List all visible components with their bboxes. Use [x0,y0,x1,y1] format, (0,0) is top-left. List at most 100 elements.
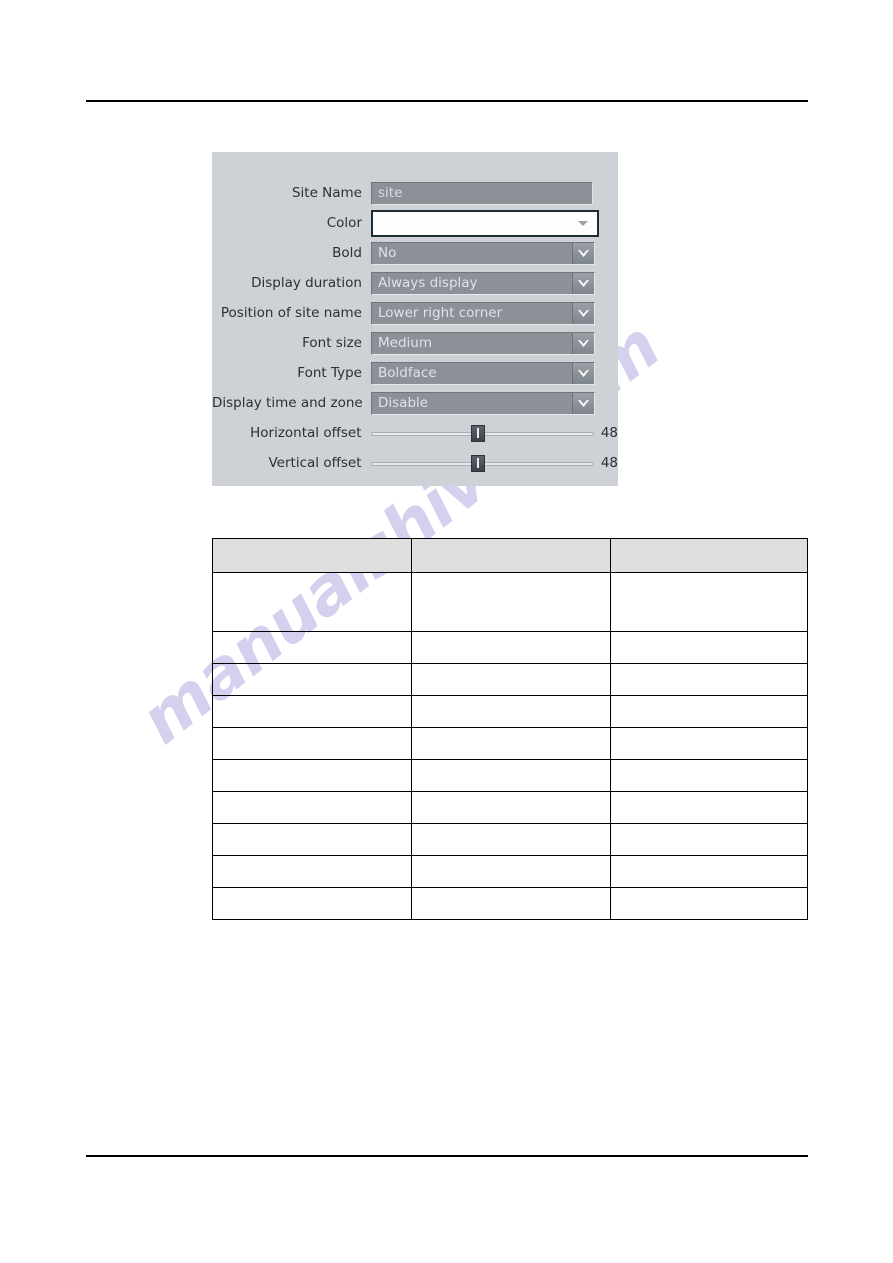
table-cell [610,759,808,792]
position-of-site-name-dropdown-field: Lower right corner [372,302,572,324]
form-row-font-size: Font size Medium [212,328,618,358]
table-cell [610,572,808,632]
bold-dropdown-field: No [372,242,572,264]
font-type-dropdown-value: Boldface [378,365,437,381]
table-cell [212,823,412,856]
table-cell [212,791,412,824]
chevron-down-icon [578,369,589,377]
table-row [212,791,808,824]
table-cell [212,695,412,728]
chevron-down-icon [578,309,589,317]
label-position-of-site-name: Position of site name [220,305,362,321]
position-of-site-name-dropdown-value: Lower right corner [378,305,503,321]
table-cell [411,759,611,792]
table-cell [411,791,611,824]
label-font-type: Font Type [297,365,362,381]
display-time-and-zone-dropdown[interactable]: Disable [371,391,595,415]
table-row [212,663,808,696]
site-name-settings-panel: Site Name site Color Bold No Display dur… [212,152,618,486]
table-row [212,823,808,856]
horizontal-offset-slider[interactable] [370,422,594,445]
display-duration-dropdown-field: Always display [372,272,572,294]
chevron-down-icon [578,339,589,347]
bold-dropdown-value: No [378,245,397,261]
font-size-dropdown-arrow-button[interactable] [572,332,594,354]
table-cell [411,823,611,856]
table-cell [411,727,611,760]
table-row [212,759,808,792]
label-display-duration: Display duration [251,275,362,291]
table-header [212,538,808,573]
table-cell [610,663,808,696]
form-row-display-time-and-zone: Display time and zone Disable [212,388,618,418]
color-combobox[interactable] [371,209,599,237]
form-row-color: Color [212,208,618,238]
table-cell [411,855,611,888]
form-row-position-of-site-name: Position of site name Lower right corner [212,298,618,328]
site-name-input-value: site [378,185,403,201]
horizontal-offset-slider-thumb[interactable] [470,424,485,442]
font-type-dropdown-field: Boldface [372,362,572,384]
table-row [212,572,808,632]
font-size-dropdown-field: Medium [372,332,572,354]
display-time-and-zone-dropdown-value: Disable [378,395,429,411]
table-row [212,887,808,920]
form-row-site-name: Site Name site [212,178,618,208]
display-duration-dropdown-arrow-button[interactable] [572,272,594,294]
table-cell [610,727,808,760]
table-cell [212,727,412,760]
table-cell [610,855,808,888]
table-cell [212,663,412,696]
vertical-offset-slider[interactable] [370,452,594,475]
label-site-name: Site Name [291,185,362,201]
label-display-time-and-zone: Display time and zone [212,395,363,411]
table-cell [411,695,611,728]
table-header-row [212,538,808,573]
form-row-vertical-offset: Vertical offset 48 [212,448,618,478]
chevron-down-icon [578,399,589,407]
table-cell [212,887,412,920]
parameter-description-table [212,538,808,920]
form-row-font-type: Font Type Boldface [212,358,618,388]
position-of-site-name-dropdown-arrow-button[interactable] [572,302,594,324]
label-bold: Bold [332,245,362,261]
font-type-dropdown-arrow-button[interactable] [572,362,594,384]
bold-dropdown[interactable]: No [371,241,595,265]
form-row-bold: Bold No [212,238,618,268]
table-cell [610,631,808,664]
vertical-offset-slider-thumb[interactable] [470,454,485,472]
display-time-and-zone-dropdown-arrow-button[interactable] [572,392,594,414]
label-horizontal-offset: Horizontal offset [250,425,362,441]
form-row-display-duration: Display duration Always display [212,268,618,298]
label-vertical-offset: Vertical offset [268,455,362,471]
table-cell [411,631,611,664]
site-name-input[interactable]: site [371,181,593,205]
display-duration-dropdown[interactable]: Always display [371,271,595,295]
horizontal-offset-value: 48 [600,424,618,441]
table-header-cell [411,538,611,573]
table-cell [212,572,412,632]
font-type-dropdown[interactable]: Boldface [371,361,595,385]
table-cell [212,759,412,792]
table-cell [610,695,808,728]
display-duration-dropdown-value: Always display [378,275,478,291]
table-header-cell [212,538,412,573]
table-cell [212,855,412,888]
vertical-offset-value: 48 [600,454,618,471]
table-row [212,727,808,760]
form-row-horizontal-offset: Horizontal offset 48 [212,418,618,448]
bold-dropdown-arrow-button[interactable] [572,242,594,264]
table-row [212,631,808,664]
font-size-dropdown[interactable]: Medium [371,331,595,355]
table-header-cell [610,538,808,573]
label-font-size: Font size [302,335,362,351]
table-cell [411,572,611,632]
label-color: Color [326,215,362,231]
position-of-site-name-dropdown[interactable]: Lower right corner [371,301,595,325]
table-cell [610,791,808,824]
page-footer-rule [86,1155,808,1157]
table-cell [610,823,808,856]
table-row [212,695,808,728]
table-cell [411,887,611,920]
table-cell [610,887,808,920]
